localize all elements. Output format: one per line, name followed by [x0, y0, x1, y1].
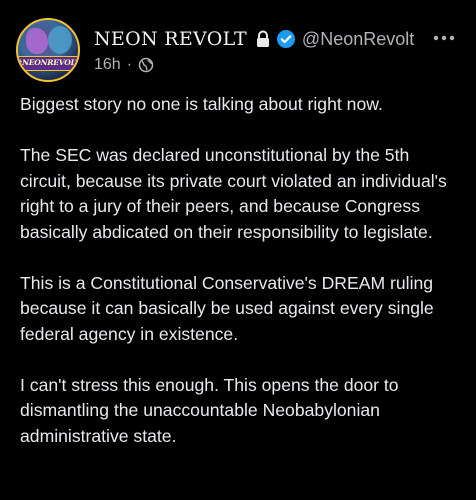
display-name[interactable]: NEON REVOLT: [94, 28, 247, 50]
post-paragraph: This is a Constitutional Conservative's …: [20, 272, 434, 344]
avatar-art: [26, 28, 48, 54]
post-card: #NEONREVOLT NEON REVOLT @NeonRevolt 16h …: [0, 0, 476, 500]
timestamp[interactable]: 16h: [94, 56, 121, 74]
avatar-art: [48, 26, 72, 54]
post-body: Biggest story no one is talking about ri…: [20, 92, 460, 449]
post-paragraph: I can't stress this enough. This opens t…: [20, 374, 399, 446]
post-paragraph: The SEC was declared unconstitutional by…: [20, 145, 447, 242]
lock-icon: [255, 30, 271, 48]
post-paragraph: Biggest story no one is talking about ri…: [20, 94, 383, 114]
post-meta: 16h ·: [94, 54, 154, 76]
separator: ·: [126, 56, 133, 73]
avatar-banner-text: #NEONREVOLT: [18, 56, 78, 71]
handle[interactable]: @NeonRevolt: [302, 29, 414, 50]
post-header: #NEONREVOLT NEON REVOLT @NeonRevolt 16h …: [16, 14, 462, 84]
more-options-icon[interactable]: [432, 30, 456, 41]
author-row: NEON REVOLT @NeonRevolt: [94, 26, 414, 52]
verified-badge-icon: [276, 29, 296, 49]
globe-icon: [138, 57, 154, 73]
avatar[interactable]: #NEONREVOLT: [16, 18, 80, 82]
